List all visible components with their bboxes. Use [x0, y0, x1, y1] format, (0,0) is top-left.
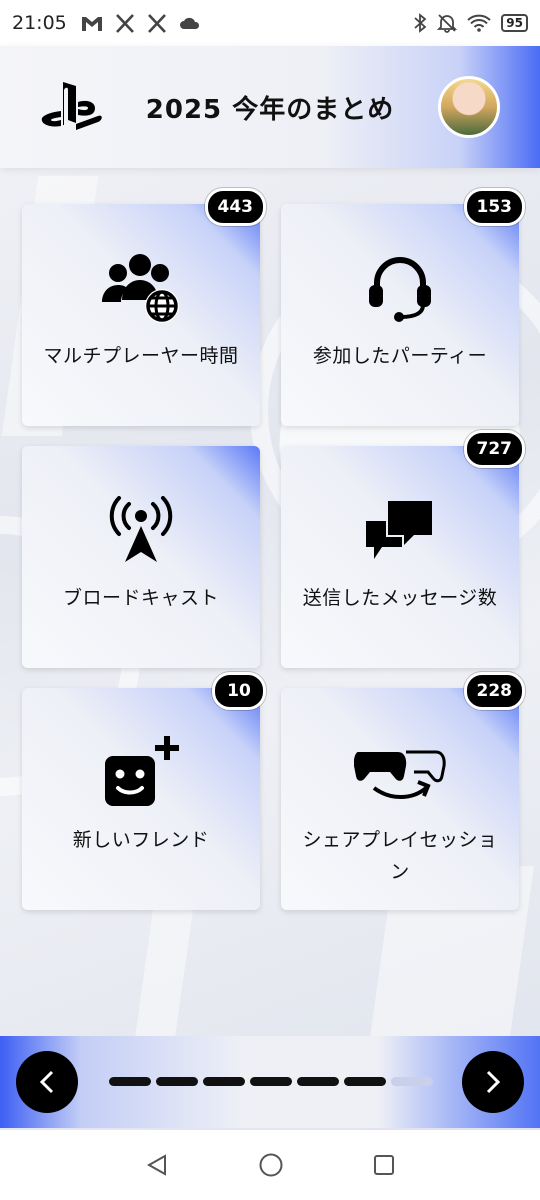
status-bar: 21:05 95 — [0, 0, 540, 46]
chevron-right-icon — [486, 1070, 501, 1094]
headset-icon — [369, 257, 431, 322]
count-badge: 10 — [212, 672, 266, 710]
stat-card-broadcast[interactable]: ブロードキャスト — [22, 446, 260, 668]
x-icon — [147, 13, 166, 33]
card-label: ブロードキャスト — [62, 587, 219, 609]
share-play-icon — [354, 750, 446, 799]
next-button[interactable] — [462, 1051, 524, 1113]
page-dot — [250, 1077, 292, 1086]
recents-icon[interactable] — [373, 1154, 395, 1176]
count-badge: 727 — [463, 430, 525, 468]
multiplayer-icon — [102, 254, 179, 323]
avatar[interactable] — [438, 76, 500, 138]
page-indicator — [109, 1077, 433, 1086]
system-navigation-bar — [0, 1130, 540, 1200]
chevron-left-icon — [39, 1070, 54, 1094]
battery-icon: 95 — [501, 14, 528, 32]
status-time: 21:05 — [12, 12, 67, 34]
count-badge: 228 — [463, 672, 525, 710]
page-dot — [344, 1077, 386, 1086]
stat-card-messages-sent[interactable]: 727 送信したメッセージ数 — [281, 430, 525, 668]
wifi-icon — [467, 14, 491, 32]
card-label: マルチプレーヤー時間 — [43, 345, 239, 367]
card-label: 参加したパーティー — [312, 345, 488, 367]
page-title: 2025 今年のまとめ — [145, 94, 395, 125]
pagination-bar — [0, 1036, 540, 1128]
card-label: 送信したメッセージ数 — [302, 587, 498, 609]
card-label: 新しいフレンド — [72, 829, 210, 851]
page-dot — [156, 1077, 198, 1086]
stat-card-parties-joined[interactable]: 153 参加したパーティー — [281, 188, 525, 426]
broadcast-icon — [109, 496, 173, 562]
page-dot — [109, 1077, 151, 1086]
stat-card-new-friends[interactable]: 10 新しいフレンド — [22, 672, 266, 910]
cloud-icon — [179, 17, 199, 29]
page-dot — [297, 1077, 339, 1086]
messages-icon — [366, 501, 432, 559]
gmail-icon — [81, 16, 102, 31]
x-icon — [115, 13, 134, 33]
playstation-logo-icon — [41, 82, 102, 130]
page-dot — [203, 1077, 245, 1086]
stat-card-multiplayer-time[interactable]: 443 マルチプレーヤー時間 — [22, 188, 266, 426]
mute-icon — [437, 14, 458, 33]
header: 2025 今年のまとめ — [0, 46, 540, 168]
count-badge: 153 — [463, 188, 525, 226]
home-icon[interactable] — [258, 1152, 284, 1178]
bluetooth-icon — [414, 13, 427, 33]
add-friend-icon — [105, 736, 179, 806]
back-icon[interactable] — [145, 1153, 169, 1177]
card-label: シェアプレイセッション — [302, 829, 498, 883]
page-dot — [391, 1077, 433, 1086]
previous-button[interactable] — [16, 1051, 78, 1113]
stat-card-share-play-sessions[interactable]: 228 シェアプレイセッション — [281, 672, 525, 910]
count-badge: 443 — [204, 188, 266, 226]
